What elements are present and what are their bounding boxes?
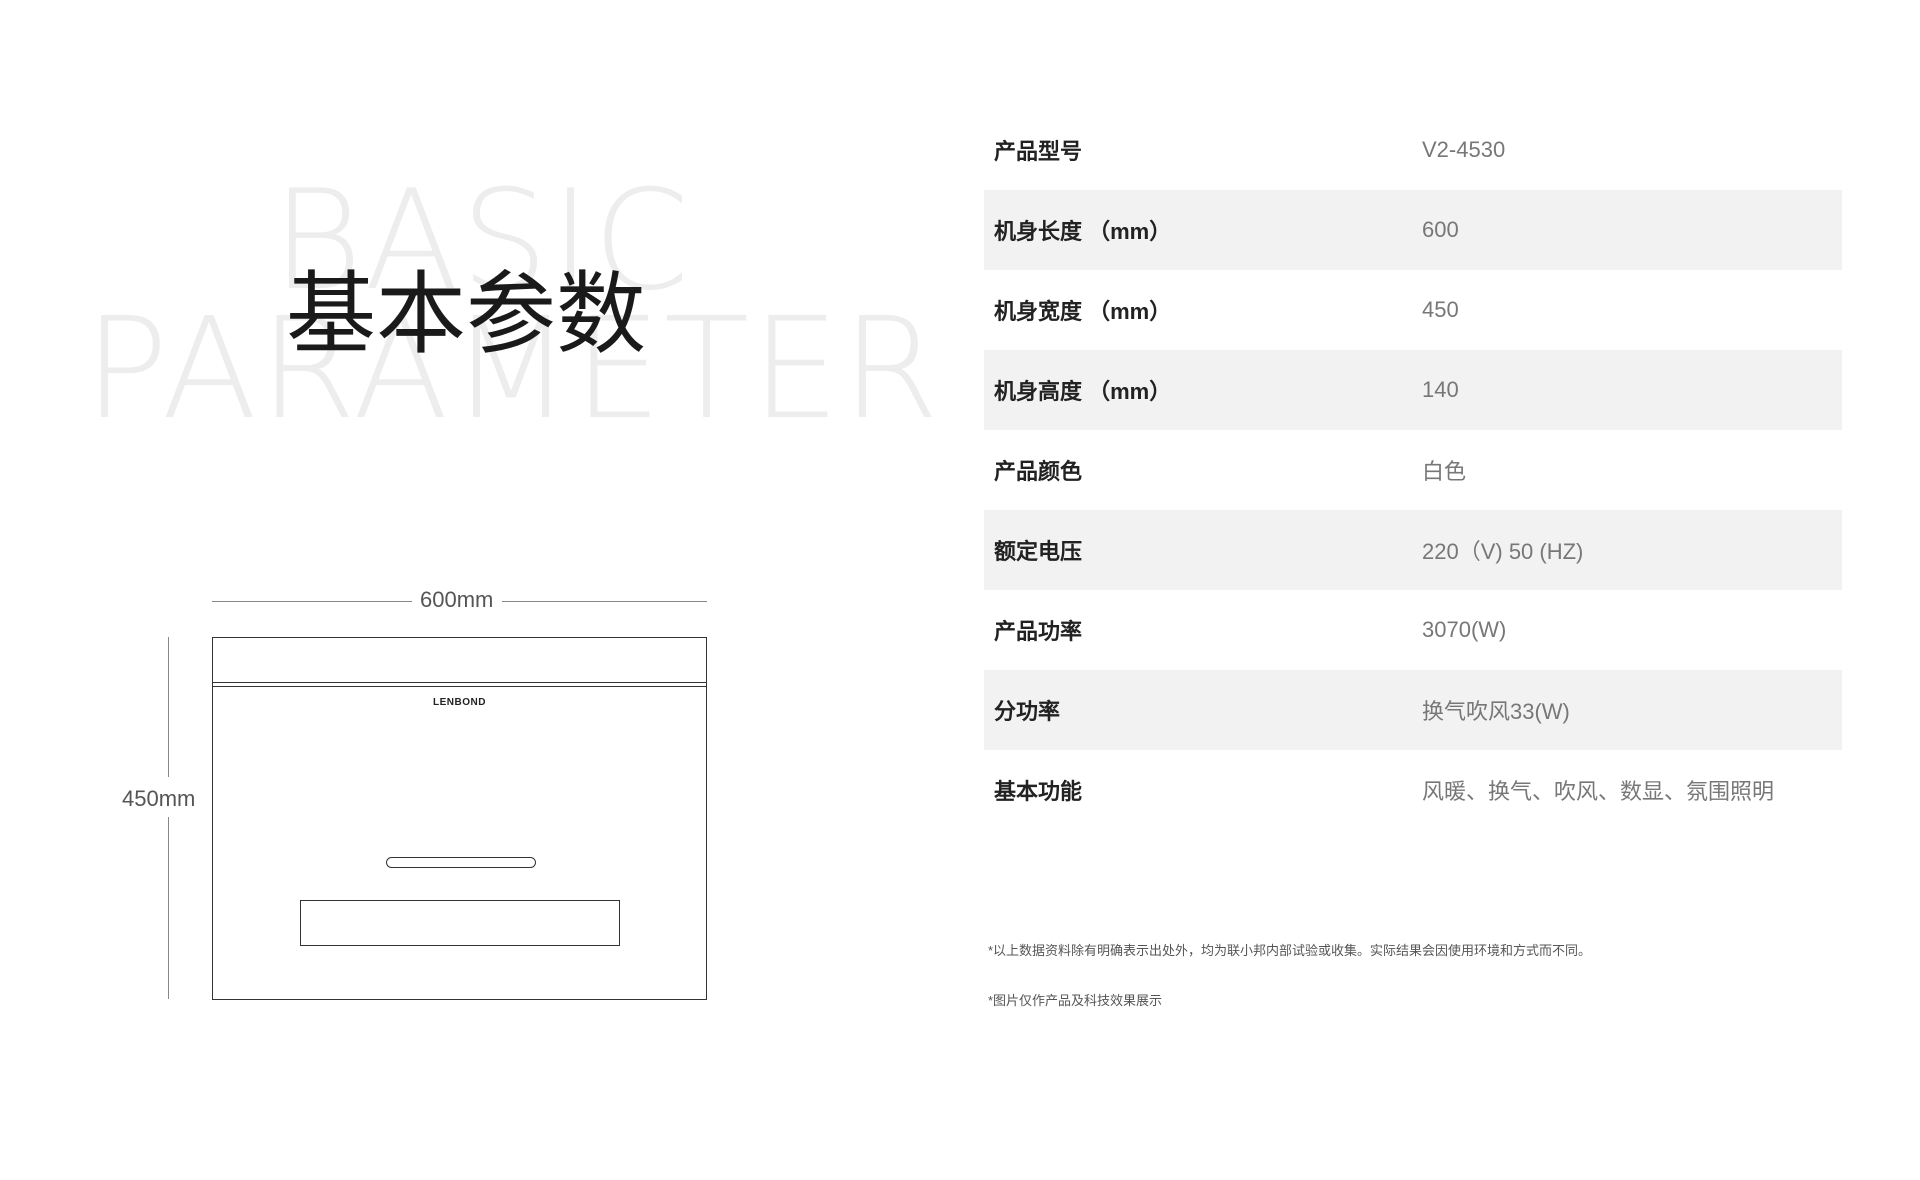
spec-value: V2-4530 — [1422, 137, 1506, 162]
spec-row-length: 机身长度 （mm） 600 — [984, 190, 1842, 270]
spec-value: 450 — [1422, 297, 1459, 322]
spec-value: 220（V) 50 (HZ) — [1422, 539, 1584, 564]
spec-row-height: 机身高度 （mm） 140 — [984, 350, 1842, 430]
spec-value: 白色 — [1422, 459, 1467, 484]
spec-value: 风暖、换气、吹风、数显、氛围照明 — [1422, 779, 1775, 804]
spec-row-power: 产品功率 3070(W) — [984, 590, 1842, 670]
spec-value: 3070(W) — [1422, 617, 1507, 642]
device-top-strip — [213, 682, 706, 687]
spec-table: 产品型号 V2-4530 机身长度 （mm） 600 机身宽度 （mm） 450… — [984, 110, 1842, 830]
image-note: *图片仅作产品及科技效果展示 — [988, 993, 1163, 1008]
spec-label: 产品颜色 — [994, 459, 1083, 484]
device-light-slot — [386, 857, 536, 868]
spec-label: 机身长度 （mm） — [994, 219, 1172, 244]
device-vent-panel — [300, 900, 620, 946]
brand-logo: LENBOND — [433, 697, 486, 708]
spec-label: 机身高度 （mm） — [994, 379, 1172, 404]
spec-value: 换气吹风33(W) — [1422, 699, 1570, 724]
spec-value: 140 — [1422, 377, 1459, 402]
spec-row-color: 产品颜色 白色 — [984, 430, 1842, 510]
height-dimension-line-bottom — [168, 817, 169, 999]
spec-label: 分功率 — [994, 699, 1061, 724]
spec-label: 额定电压 — [994, 539, 1083, 564]
spec-label: 产品型号 — [994, 139, 1083, 164]
device-outline: LENBOND — [212, 637, 707, 1000]
spec-row-width: 机身宽度 （mm） 450 — [984, 270, 1842, 350]
spec-label: 机身宽度 （mm） — [994, 299, 1172, 324]
height-dimension-line-top — [168, 637, 169, 777]
spec-label: 基本功能 — [994, 779, 1083, 804]
disclaimer-note: *以上数据资料除有明确表示出处外，均为联小邦内部试验或收集。实际结果会因使用环境… — [988, 943, 1592, 958]
width-dimension-line-right — [502, 601, 707, 602]
spec-label: 产品功率 — [994, 619, 1083, 644]
spec-row-model: 产品型号 V2-4530 — [984, 110, 1842, 190]
spec-row-functions: 基本功能 风暖、换气、吹风、数显、氛围照明 — [984, 750, 1842, 830]
width-dimension-line-left — [212, 601, 412, 602]
spec-value: 600 — [1422, 217, 1459, 242]
spec-row-sub-power: 分功率 换气吹风33(W) — [984, 670, 1842, 750]
height-dimension-label: 450mm — [122, 786, 196, 811]
spec-row-voltage: 额定电压 220（V) 50 (HZ) — [984, 510, 1842, 590]
width-dimension-label: 600mm — [420, 587, 494, 612]
page-title: 基本参数 — [286, 262, 646, 367]
